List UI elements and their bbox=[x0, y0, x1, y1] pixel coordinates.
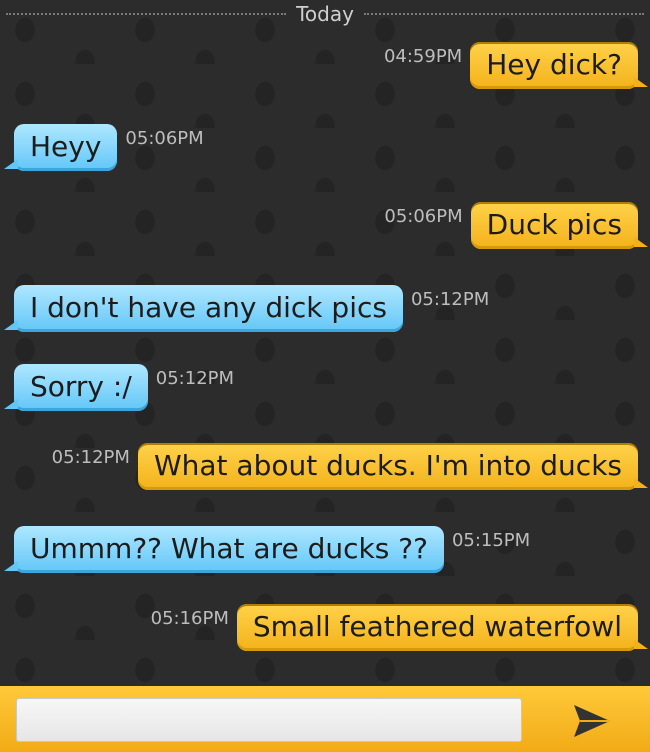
message-time: 05:15PM bbox=[451, 530, 531, 551]
message-bubble-outgoing[interactable]: What about ducks. I'm into ducks bbox=[137, 443, 649, 490]
message-time: 04:59PM bbox=[383, 46, 463, 67]
message-row: 04:59PM Hey dick? bbox=[383, 42, 648, 89]
divider-line bbox=[6, 13, 287, 15]
message-time: 05:16PM bbox=[150, 608, 229, 629]
date-label: Today bbox=[296, 2, 354, 26]
send-button[interactable] bbox=[568, 700, 616, 742]
date-divider: Today bbox=[0, 2, 650, 26]
message-bubble-outgoing[interactable]: Small feathered waterfowl bbox=[236, 604, 649, 651]
divider-line bbox=[363, 13, 644, 15]
message-bubble-outgoing[interactable]: Duck pics bbox=[470, 202, 649, 249]
message-row: 05:12PM What about ducks. I'm into ducks bbox=[51, 443, 649, 490]
message-row: Heyy 05:06PM bbox=[3, 124, 204, 171]
message-row: Ummm?? What are ducks ?? 05:15PM bbox=[4, 526, 531, 573]
composer-bar bbox=[0, 686, 650, 752]
message-bubble-incoming[interactable]: Sorry :/ bbox=[4, 364, 148, 411]
message-row: I don't have any dick pics 05:12PM bbox=[4, 285, 490, 332]
message-row: 05:16PM Small feathered waterfowl bbox=[150, 604, 649, 651]
send-arrow-icon bbox=[574, 705, 610, 737]
chat-area[interactable]: Today 04:59PM Hey dick? Heyy 05:06PM 05:… bbox=[0, 0, 650, 686]
message-time: 05:06PM bbox=[384, 206, 463, 227]
message-time: 05:12PM bbox=[51, 447, 130, 468]
message-bubble-incoming[interactable]: Heyy bbox=[3, 124, 118, 171]
message-bubble-incoming[interactable]: Ummm?? What are ducks ?? bbox=[4, 526, 444, 573]
message-time: 05:06PM bbox=[125, 128, 204, 149]
message-time: 05:12PM bbox=[410, 289, 490, 310]
message-time: 05:12PM bbox=[155, 368, 235, 389]
message-bubble-outgoing[interactable]: Hey dick? bbox=[470, 42, 648, 89]
message-input[interactable] bbox=[16, 698, 522, 742]
message-bubble-incoming[interactable]: I don't have any dick pics bbox=[4, 285, 403, 332]
message-row: Sorry :/ 05:12PM bbox=[4, 364, 235, 411]
message-row: 05:06PM Duck pics bbox=[384, 202, 649, 249]
